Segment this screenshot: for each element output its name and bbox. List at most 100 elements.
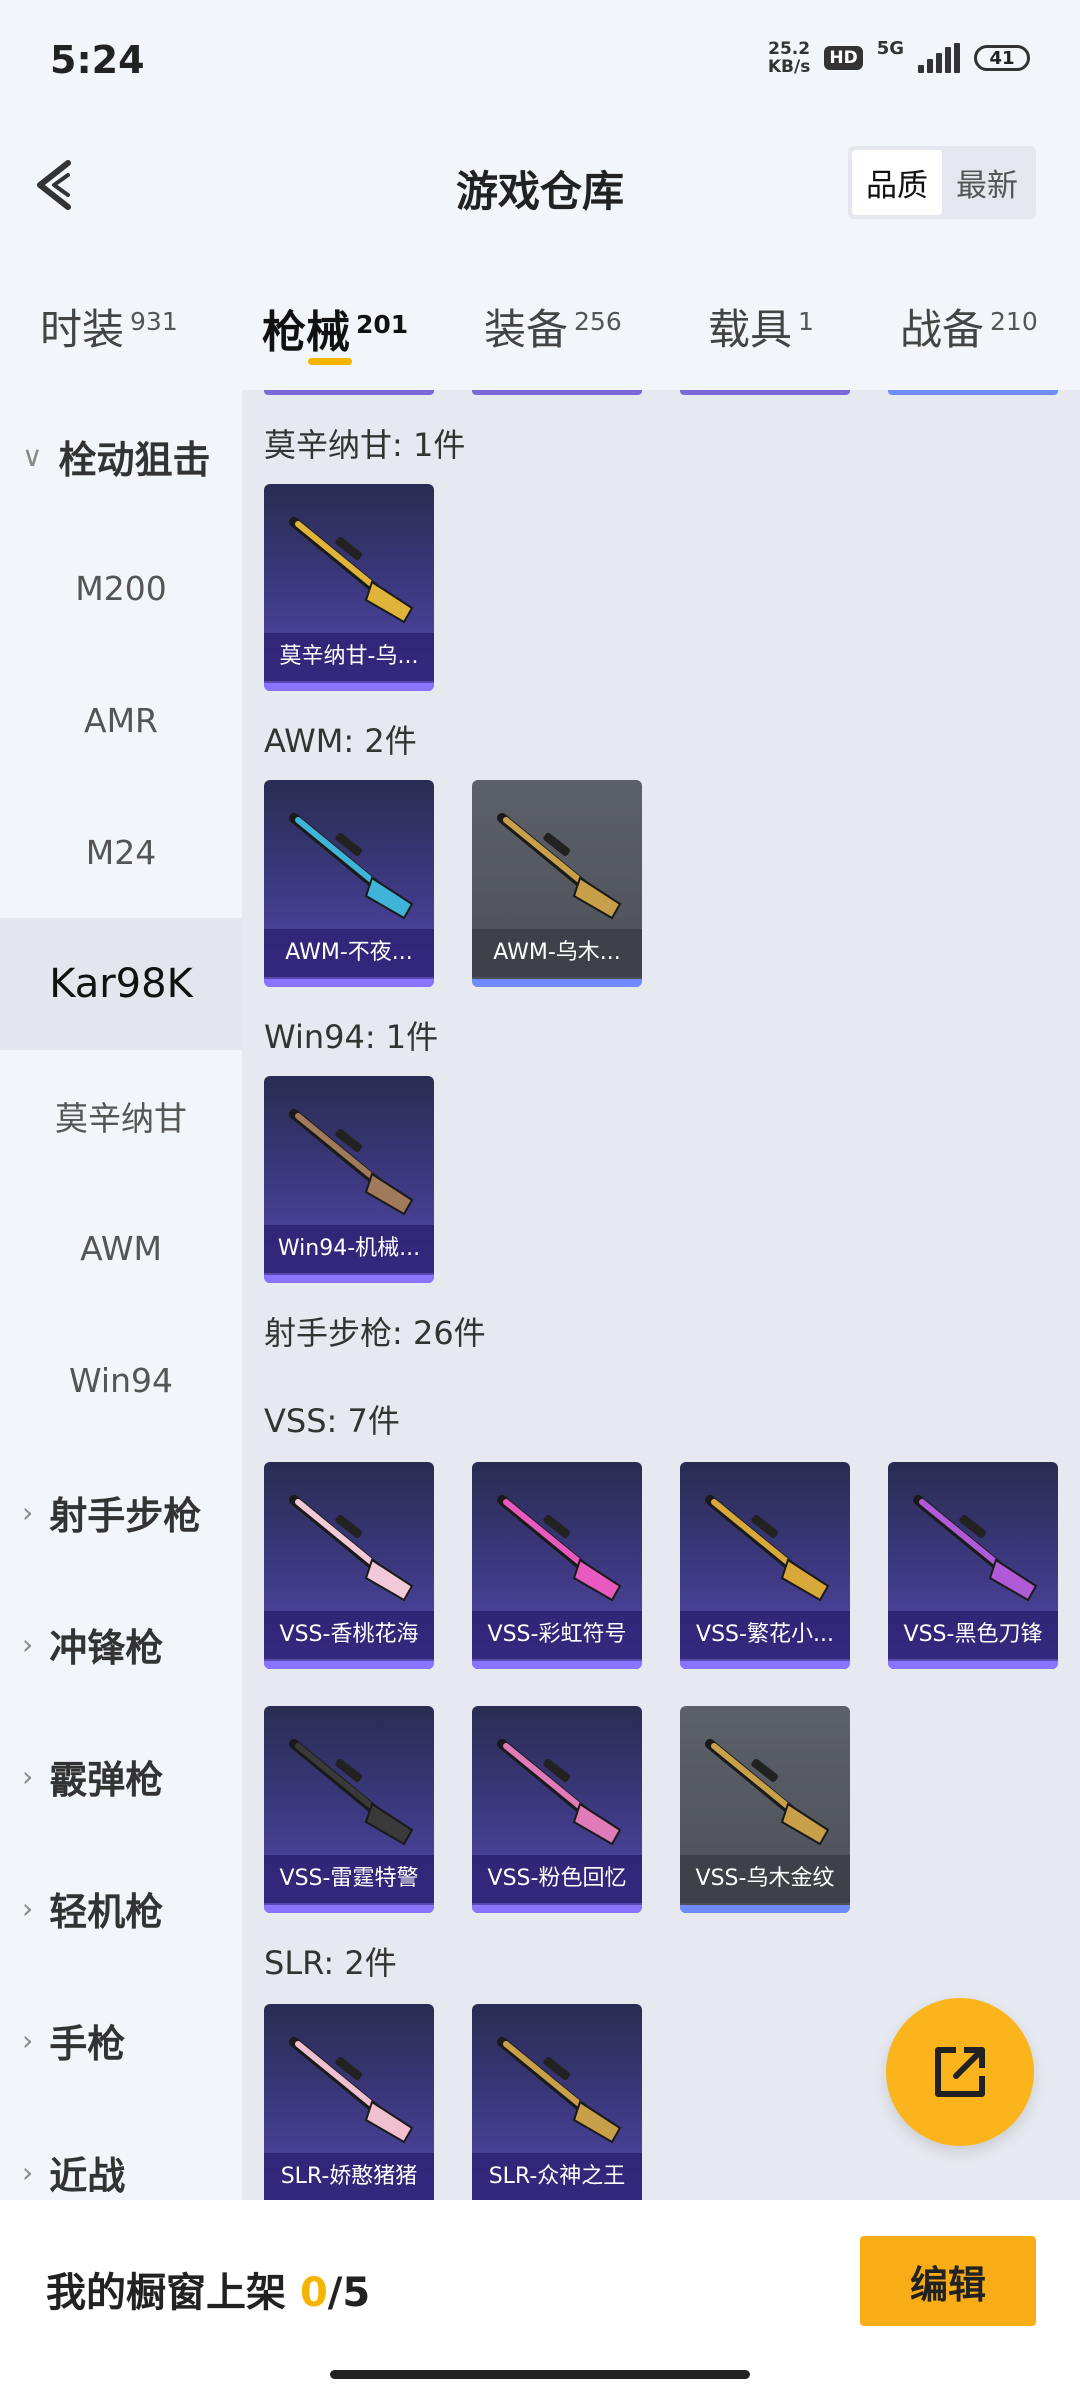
gun-shape [572,1558,622,1602]
weapon-card-label: VSS-雷霆特警 [264,1855,434,1903]
vss-rifle-icon [497,1495,622,1602]
sidebar-item-win94[interactable]: Win94 [0,1314,242,1446]
tab-equipment[interactable]: 装备 256 [484,296,622,357]
gun-shape [364,1802,414,1846]
vss-rifle-icon [289,1739,414,1846]
showcase-bar: 我的橱窗上架 0/5 编辑 [0,2200,1080,2400]
chevron-right-icon: › [22,2155,34,2189]
weapon-card[interactable]: VSS-粉色回忆 [472,1706,642,1913]
tab-fashion[interactable]: 时装 931 [40,296,178,357]
sidebar-item-mosin[interactable]: 莫辛纳甘 [0,1050,242,1182]
sidebar-item-m24[interactable]: M24 [0,786,242,918]
5g-icon: 5G [876,37,904,59]
sidebar-item-m200[interactable]: M200 [0,522,242,654]
share-external-icon [935,2047,985,2097]
sniper-rifle-icon [289,813,414,920]
sidebar-item-awm[interactable]: AWM [0,1182,242,1314]
chevron-right-icon: › [22,1495,34,1529]
sidebar-group-lmg[interactable]: › 轻机枪 [0,1842,242,1974]
weapon-card[interactable]: VSS-香桃花海 [264,1462,434,1669]
sidebar-group-smg[interactable]: › 冲锋枪 [0,1578,242,1710]
partial-card[interactable] [264,390,434,395]
chevron-down-icon: ∨ [22,439,43,473]
gun-shape [364,2100,414,2144]
vss-rifle-icon [289,1495,414,1602]
weapon-card-label: VSS-黑色刀锋 [888,1611,1058,1659]
weapon-category-sidebar: ∨ 栓动狙击 M200 AMR M24 Kar98K 莫辛纳甘 AWM Win9… [0,390,242,2200]
vss-rifle-icon [705,1739,830,1846]
gun-shape [364,1558,414,1602]
weapon-card[interactable]: VSS-乌木金纹 [680,1706,850,1913]
chevron-right-icon: › [22,1627,34,1661]
partial-card[interactable] [680,390,850,395]
active-tab-indicator [308,358,352,365]
weapon-card[interactable]: SLR-娇憨猪猪 [264,2004,434,2200]
tab-supplies[interactable]: 战备 210 [900,296,1038,357]
gun-shape [364,1172,414,1216]
weapon-card-label: SLR-众神之王 [472,2153,642,2200]
section-title-mosin: 莫辛纳甘: 1件 [264,426,466,464]
weapon-card[interactable]: SLR-众神之王 [472,2004,642,2200]
vss-rifle-icon [913,1495,1038,1602]
gun-shape [572,2100,622,2144]
rifle-icon [289,1109,414,1216]
gun-shape [572,876,622,920]
weapon-card-label: Win94-机械... [264,1225,434,1273]
sidebar-group-pistol[interactable]: › 手枪 [0,1974,242,2106]
gun-shape [364,580,414,624]
gun-shape [780,1802,830,1846]
weapon-card[interactable]: VSS-雷霆特警 [264,1706,434,1913]
tab-vehicles[interactable]: 载具 1 [708,296,814,357]
sidebar-group-melee[interactable]: › 近战 [0,2106,242,2200]
sort-latest-option[interactable]: 最新 [942,150,1032,215]
category-tabs: 时装 931 枪械 201 装备 256 载具 1 战备 210 [0,240,1080,390]
weapon-card[interactable]: VSS-繁花小... [680,1462,850,1669]
sidebar-group-bolt-action[interactable]: ∨ 栓动狙击 [0,390,242,522]
section-title-awm: AWM: 2件 [264,722,417,760]
section-title-slr: SLR: 2件 [264,1944,397,1982]
weapon-card-label: SLR-娇憨猪猪 [264,2153,434,2200]
status-icons: 25.2 KB/s HD 5G 41 [768,37,1030,76]
sidebar-item-kar98k[interactable]: Kar98K [0,918,242,1050]
tab-firearms[interactable]: 枪械 201 [262,296,408,360]
chevron-right-icon: › [22,1759,34,1793]
section-title-marksman: 射手步枪: 26件 [264,1314,486,1352]
weapon-grid: 莫辛纳甘: 1件 莫辛纳甘-乌... AWM: 2件 AWM-不夜... AWM… [242,390,1080,2200]
sort-toggle: 品质 最新 [848,146,1036,219]
partial-card[interactable] [888,390,1058,395]
sniper-rifle-icon [497,813,622,920]
sidebar-group-shotgun[interactable]: › 霰弹枪 [0,1710,242,1842]
weapon-card[interactable]: VSS-彩虹符号 [472,1462,642,1669]
vss-rifle-icon [705,1495,830,1602]
weapon-card-label: VSS-繁花小... [680,1611,850,1659]
weapon-card[interactable]: 莫辛纳甘-乌... [264,484,434,691]
sort-quality-option[interactable]: 品质 [852,150,942,215]
header: 游戏仓库 品质 最新 [0,130,1080,240]
chevron-right-icon: › [22,1891,34,1925]
gun-shape [364,876,414,920]
chevron-right-icon: › [22,2023,34,2057]
rifle-icon [289,2037,414,2144]
rifle-icon [497,2037,622,2144]
weapon-card[interactable]: VSS-黑色刀锋 [888,1462,1058,1669]
home-indicator[interactable] [330,2370,750,2379]
gun-shape [572,1802,622,1846]
share-button[interactable] [886,1998,1034,2146]
status-time: 5:24 [50,38,145,82]
section-title-win94: Win94: 1件 [264,1018,439,1056]
weapon-card-label: VSS-香桃花海 [264,1611,434,1659]
gun-shape [780,1558,830,1602]
signal-icon [918,43,960,73]
showcase-status: 我的橱窗上架 0/5 [46,2270,371,2316]
partial-card[interactable] [472,390,642,395]
weapon-card-label: VSS-粉色回忆 [472,1855,642,1903]
battery-icon: 41 [974,45,1030,71]
weapon-card[interactable]: AWM-不夜... [264,780,434,987]
hd-icon: HD [824,46,863,70]
sidebar-group-marksman[interactable]: › 射手步枪 [0,1446,242,1578]
weapon-card-label: 莫辛纳甘-乌... [264,633,434,681]
weapon-card[interactable]: Win94-机械... [264,1076,434,1283]
sidebar-item-amr[interactable]: AMR [0,654,242,786]
edit-button[interactable]: 编辑 [860,2236,1036,2326]
weapon-card[interactable]: AWM-乌木... [472,780,642,987]
